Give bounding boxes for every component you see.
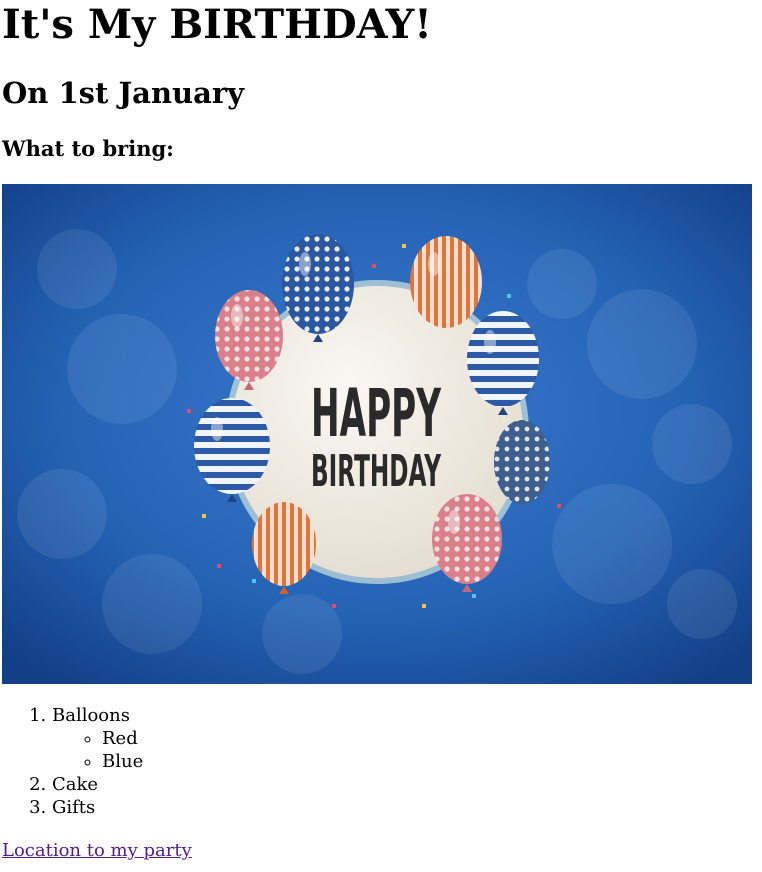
bring-list: Balloons Red Blue Cake Gifts (2, 704, 760, 819)
page: It's My BIRTHDAY! On 1st January What to… (0, 0, 762, 862)
page-title: It's My BIRTHDAY! (2, 1, 432, 48)
banner-line-birthday: BIRTHDAY (311, 446, 442, 497)
list-item-label: Balloons (52, 705, 130, 726)
banner-line-happy: HAPPY (311, 375, 442, 452)
list-item: Cake (52, 773, 760, 796)
list-item: Red (102, 727, 760, 750)
list-item: Gifts (52, 796, 760, 819)
birthday-banner-image: HAPPY BIRTHDAY (2, 184, 752, 684)
balloon-colors-list: Red Blue (52, 727, 760, 773)
party-date: On 1st January (2, 76, 245, 110)
list-item: Balloons Red Blue (52, 704, 760, 773)
list-item: Blue (102, 750, 760, 773)
bring-heading: What to bring: (2, 136, 174, 161)
party-location-link[interactable]: Location to my party (2, 839, 192, 862)
